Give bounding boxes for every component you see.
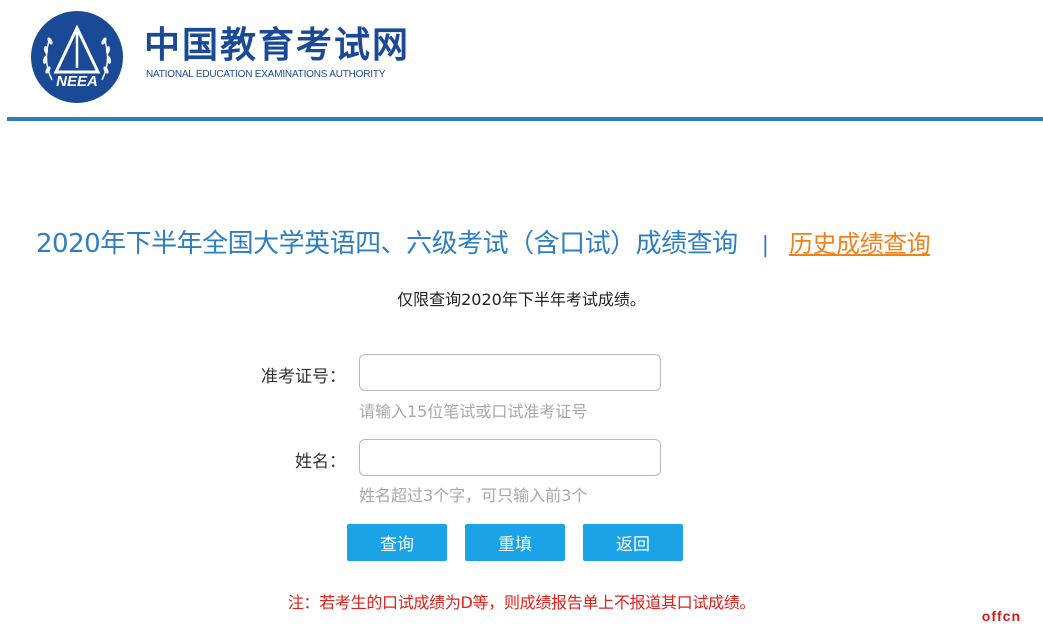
emblem-text: NEEA	[56, 73, 98, 90]
name-input[interactable]	[359, 439, 661, 476]
exam-id-label: 准考证号：	[261, 367, 346, 387]
neea-emblem-icon[interactable]: NEEA	[30, 10, 124, 104]
site-name[interactable]: 中国教育考试网	[144, 26, 410, 66]
exam-id-hint: 请输入15位笔试或口试准考证号	[359, 402, 588, 421]
back-button[interactable]: 返回	[583, 524, 683, 561]
reset-button[interactable]: 重填	[465, 524, 565, 561]
exam-id-input[interactable]	[359, 354, 661, 391]
site-name-english: NATIONAL EDUCATION EXAMINATIONS AUTHORIT…	[146, 69, 386, 80]
title-separator: |	[761, 233, 770, 258]
oral-test-note: 注：若考生的口试成绩为D等，则成绩报告单上不报道其口试成绩。	[287, 593, 756, 612]
history-scores-link[interactable]: 历史成绩查询	[789, 230, 931, 258]
watermark: offcn	[981, 608, 1021, 624]
site-header: NEEA 中国教育考试网 NATIONAL EDUCATION EXAMINAT…	[0, 0, 1043, 122]
page-title: 2020年下半年全国大学英语四、六级考试（含口试）成绩查询	[36, 229, 738, 259]
name-label: 姓名：	[295, 452, 346, 472]
title-row: 2020年下半年全国大学英语四、六级考试（含口试）成绩查询 | 历史成绩查询	[36, 224, 931, 264]
header-divider	[7, 117, 1043, 121]
query-button[interactable]: 查询	[347, 524, 447, 561]
query-scope-notice: 仅限查询2020年下半年考试成绩。	[397, 290, 646, 309]
name-hint: 姓名超过3个字，可只输入前3个	[359, 486, 588, 505]
